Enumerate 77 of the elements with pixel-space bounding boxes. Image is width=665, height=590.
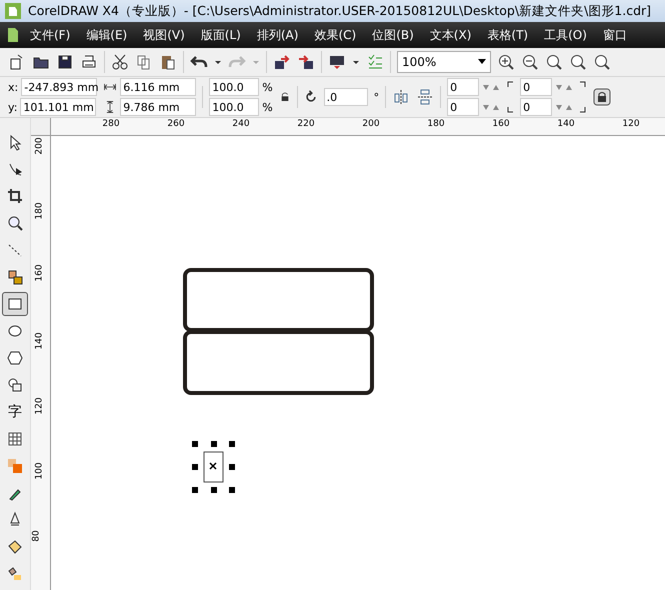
caret-icon bbox=[478, 59, 486, 65]
paste-icon[interactable] bbox=[159, 53, 177, 71]
corner-radius-field[interactable]: 0 bbox=[520, 78, 552, 96]
degree-label: ° bbox=[374, 90, 380, 104]
cut-icon[interactable] bbox=[111, 53, 129, 71]
zoom-out-icon[interactable] bbox=[521, 53, 539, 71]
ruler-label: 260 bbox=[167, 119, 185, 129]
percent-label: % bbox=[262, 100, 273, 114]
scale-y-field[interactable]: 100.0 bbox=[209, 98, 260, 116]
scale-x-field[interactable]: 100.0 bbox=[209, 78, 260, 96]
ruler-label: 80 bbox=[32, 530, 42, 542]
ruler-label: 100 bbox=[34, 462, 45, 480]
ruler-label: 200 bbox=[362, 119, 380, 129]
rotation-field[interactable]: .0 bbox=[324, 88, 368, 106]
y-label: y: bbox=[8, 100, 18, 114]
ruler-label: 240 bbox=[232, 119, 250, 129]
app-logo-icon bbox=[4, 2, 22, 20]
ruler-label: 120 bbox=[34, 397, 45, 415]
menu-item[interactable]: 文本(X) bbox=[422, 26, 480, 44]
menu-item[interactable]: 文件(F) bbox=[22, 26, 78, 44]
shapes-icon bbox=[6, 376, 24, 394]
zoom-page-icon[interactable] bbox=[593, 53, 611, 71]
lock-icon[interactable] bbox=[593, 88, 612, 106]
percent-label: % bbox=[262, 80, 273, 94]
fill-icon bbox=[6, 538, 24, 556]
menu-item[interactable]: 窗口 bbox=[594, 26, 635, 44]
menu-item[interactable]: 工具(O) bbox=[536, 26, 595, 44]
polygon-icon bbox=[6, 349, 24, 367]
menu-item[interactable]: 位图(B) bbox=[364, 26, 422, 44]
height-field[interactable]: 9.786 mm bbox=[120, 98, 196, 116]
rect-tool[interactable] bbox=[2, 292, 28, 316]
corner-radius-field[interactable]: 0 bbox=[520, 98, 552, 116]
corner-radius-field[interactable]: 0 bbox=[447, 78, 480, 96]
title-text: CorelDRAW X4（专业版）- [C:\Users\Administrator.USER-20150812UL\Desktop\新建文件夹\图形1.cdr] bbox=[28, 2, 652, 20]
zoom-icon bbox=[6, 214, 24, 232]
import-icon[interactable] bbox=[273, 53, 291, 71]
ruler-label: 140 bbox=[34, 332, 45, 350]
mirror-horizontal-icon[interactable] bbox=[392, 88, 410, 106]
ruler-label: 180 bbox=[427, 119, 445, 129]
text-tool[interactable]: 字 bbox=[2, 400, 28, 424]
corner-bracket-icon bbox=[506, 80, 514, 114]
menu-item[interactable]: 视图(V) bbox=[135, 26, 193, 44]
menu-item[interactable]: 编辑(E) bbox=[78, 26, 136, 44]
ruler-label: 200 bbox=[34, 137, 45, 155]
ruler-label: 140 bbox=[557, 119, 575, 129]
zoom-selected-icon[interactable] bbox=[545, 53, 563, 71]
menu-item[interactable]: 版面(L) bbox=[192, 26, 249, 44]
corner-radius-field[interactable]: 0 bbox=[447, 98, 480, 116]
zoom-level-dropdown[interactable]: 100% bbox=[397, 51, 491, 73]
spinner-icon[interactable] bbox=[482, 102, 500, 112]
zoom-all-icon[interactable] bbox=[569, 53, 587, 71]
selected-object-handles[interactable] bbox=[192, 441, 235, 493]
x-label: x: bbox=[8, 80, 18, 94]
zoom-in-icon[interactable] bbox=[497, 53, 515, 71]
mirror-vertical-icon[interactable] bbox=[416, 88, 434, 106]
ruler-label: 220 bbox=[297, 119, 315, 129]
corner-bracket-icon bbox=[579, 80, 588, 114]
menu-item[interactable]: 排列(A) bbox=[248, 26, 306, 44]
checklist-icon[interactable] bbox=[366, 53, 384, 71]
spinner-icon[interactable] bbox=[555, 82, 574, 92]
save-icon[interactable] bbox=[56, 53, 74, 71]
monitor-icon[interactable] bbox=[328, 53, 346, 71]
ruler-label: 120 bbox=[622, 119, 640, 129]
y-position-field[interactable]: 101.101 mm bbox=[20, 98, 96, 116]
ruler-label: 180 bbox=[34, 202, 45, 220]
ruler-label: 160 bbox=[492, 119, 510, 129]
menu-item[interactable]: 效果(C) bbox=[306, 26, 364, 44]
width-field[interactable]: 6.116 mm bbox=[120, 78, 196, 96]
menu-item[interactable]: 表格(T) bbox=[479, 26, 536, 44]
export-icon[interactable] bbox=[297, 53, 315, 71]
ruler-label: 280 bbox=[102, 119, 120, 129]
x-position-field[interactable]: -247.893 mm bbox=[21, 78, 98, 96]
ruler-label: 160 bbox=[34, 264, 45, 282]
spinner-icon[interactable] bbox=[482, 82, 500, 92]
spinner-icon[interactable] bbox=[555, 102, 574, 112]
crop-icon bbox=[6, 187, 24, 205]
table-icon bbox=[6, 430, 24, 448]
